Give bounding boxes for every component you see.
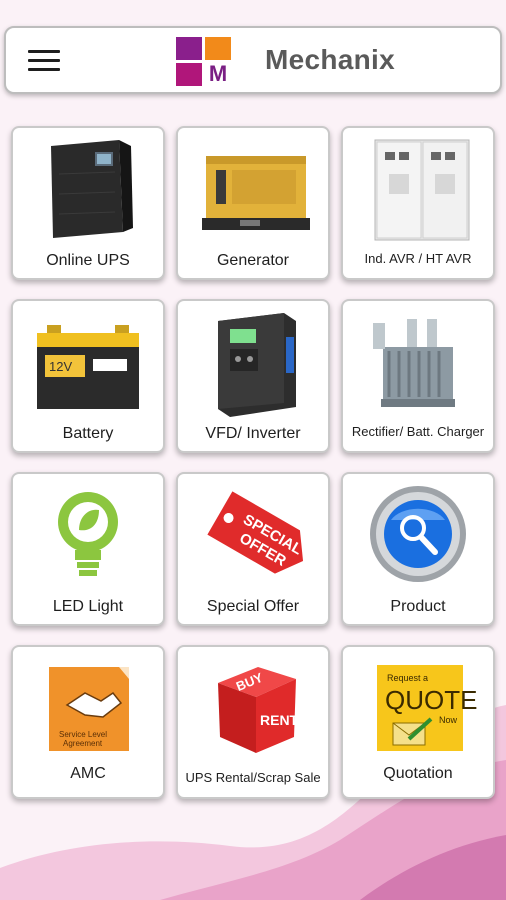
tile-vfd-inverter[interactable]: VFD/ Inverter: [176, 299, 330, 453]
tile-label: AMC: [70, 765, 106, 782]
request-quote-image: Request a QUOTE Now: [377, 665, 477, 751]
svg-text:Agreement: Agreement: [63, 739, 103, 748]
tile-label: Product: [390, 598, 446, 615]
logo-letter: M: [208, 61, 228, 86]
tile-label: UPS Rental/Scrap Sale: [185, 770, 321, 785]
tile-label: Special Offer: [206, 598, 300, 615]
tile-battery[interactable]: 12V Battery: [11, 299, 165, 453]
app-logo: M: [174, 35, 236, 87]
tile-label: Quotation: [383, 765, 453, 782]
app-title: Mechanix: [265, 44, 395, 75]
tile-online-ups[interactable]: Online UPS: [11, 126, 165, 280]
tile-label: Online UPS: [46, 252, 130, 269]
tile-ind-avr[interactable]: Ind. AVR / HT AVR: [341, 126, 495, 280]
tile-label: LED Light: [52, 598, 124, 615]
svg-text:12V: 12V: [49, 359, 72, 374]
tile-led-light[interactable]: LED Light: [11, 472, 165, 626]
tile-rectifier-charger[interactable]: Rectifier/ Batt. Charger: [341, 299, 495, 453]
service-agreement-image: Service Level Agreement: [49, 667, 129, 751]
led-bulb-image: [58, 492, 118, 576]
svg-text:Now: Now: [439, 715, 458, 725]
vfd-inverter-image: [218, 313, 296, 417]
tile-label: Battery: [62, 425, 114, 442]
special-offer-tag-image: SPECIAL OFFER: [207, 491, 305, 574]
transformer-image: [373, 319, 455, 407]
tile-label: Generator: [216, 252, 290, 269]
tile-amc[interactable]: Service Level Agreement AMC: [11, 645, 165, 799]
magnifier-button-image: [370, 486, 466, 582]
tile-label: VFD/ Inverter: [205, 425, 301, 442]
battery-image: 12V: [37, 325, 139, 409]
svg-text:Request a: Request a: [387, 673, 428, 683]
tile-special-offer[interactable]: SPECIAL OFFER Special Offer: [176, 472, 330, 626]
rent-cube-image: BUY RENT: [218, 667, 299, 753]
tile-quotation[interactable]: Request a QUOTE Now Quotation: [341, 645, 495, 799]
tile-label: Ind. AVR / HT AVR: [364, 251, 472, 266]
tile-label: Rectifier/ Batt. Charger: [351, 424, 485, 439]
svg-text:QUOTE: QUOTE: [385, 685, 477, 715]
online-ups-image: [51, 140, 133, 238]
tile-product[interactable]: Product: [341, 472, 495, 626]
top-app-bar: M Mechanix: [4, 26, 502, 94]
generator-image: [202, 156, 310, 230]
svg-text:RENT: RENT: [260, 712, 299, 728]
avr-cabinet-image: [374, 139, 470, 241]
app-screen: M Mechanix Online UPS Generator Ind. AVR…: [0, 0, 506, 900]
tile-generator[interactable]: Generator: [176, 126, 330, 280]
hamburger-menu-icon[interactable]: [28, 50, 60, 74]
tile-ups-rental-scrap[interactable]: BUY RENT UPS Rental/Scrap Sale: [176, 645, 330, 799]
svg-text:Service Level: Service Level: [59, 730, 107, 739]
